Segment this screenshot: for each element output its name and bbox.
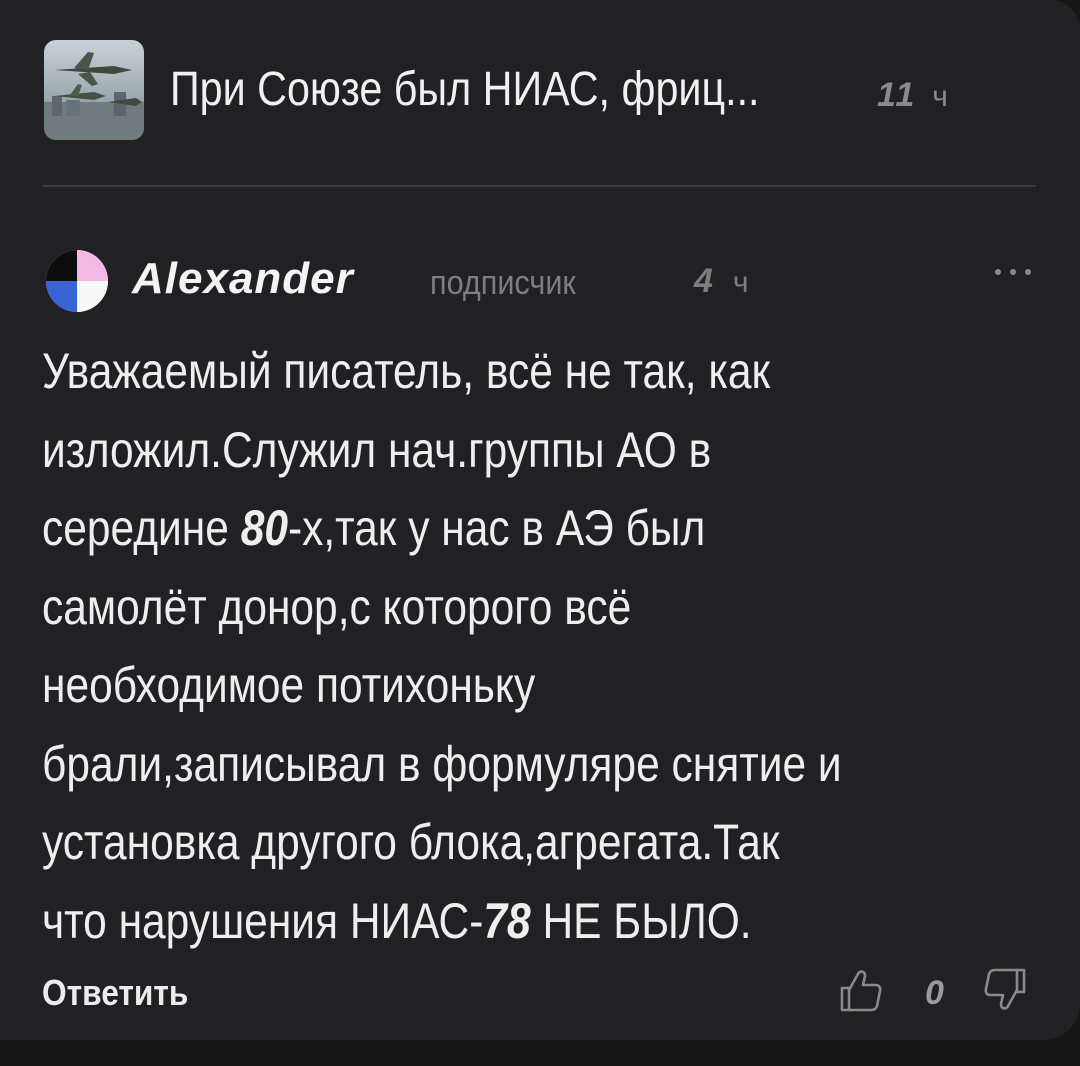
- reply-button[interactable]: Ответить: [42, 972, 188, 1014]
- comment-line: самолёт донор,с которого всё: [42, 568, 977, 647]
- comment-time-value: 4: [694, 262, 713, 300]
- comment-text-segment: изложил.Служил нач.группы АО в: [42, 421, 712, 478]
- article-thumbnail[interactable]: [44, 40, 144, 140]
- article-time: 11 ч: [877, 76, 948, 115]
- comment-number: 80: [240, 500, 288, 556]
- comment-text: Уважаемый писатель, всё не так, как изло…: [42, 332, 977, 960]
- comment-header: Alexander подписчик 4ч: [42, 244, 1038, 314]
- more-dots-icon[interactable]: [990, 262, 1036, 282]
- comment-text-segment: -х,так у нас в АЭ был: [287, 500, 706, 556]
- comment-line: брали,записывал в формуляре снятие и: [42, 725, 977, 804]
- comment-number: 78: [483, 892, 531, 949]
- divider: [42, 185, 1036, 187]
- comment-time: 4ч: [694, 262, 749, 301]
- rating-count: 0: [925, 974, 944, 1012]
- comment-time-unit: ч: [732, 266, 749, 299]
- comment-text-segment: Уважаемый писатель, всё не так, как: [42, 343, 771, 399]
- comment-line: установка другого блока,агрегата.Так: [42, 803, 977, 882]
- comment-line: что нарушения НИАС-78 НЕ БЫЛО.: [42, 882, 977, 961]
- avatar[interactable]: [44, 248, 110, 314]
- article-time-unit: ч: [932, 80, 948, 113]
- avatar-icon: [46, 250, 108, 312]
- comment-text-segment: НЕ БЫЛО.: [530, 892, 752, 949]
- comment-line: Уважаемый писатель, всё не так, как: [42, 332, 977, 411]
- thumbs-up-icon[interactable]: [838, 966, 884, 1014]
- comment-line: необходимое потихоньку: [42, 646, 977, 725]
- thumbs-down-icon[interactable]: [982, 966, 1028, 1014]
- article-time-value: 11: [877, 76, 917, 114]
- article-link[interactable]: При Союзе был НИАС, фриц... 11 ч: [42, 40, 1042, 140]
- author-name[interactable]: Alexander: [132, 254, 354, 304]
- comment-text-segment: самолёт донор,с которого всё: [42, 578, 632, 635]
- comment-card: При Союзе был НИАС, фриц... 11 ч Alexande…: [0, 0, 1080, 1040]
- comment-text-segment: середине: [42, 500, 241, 556]
- article-title[interactable]: При Союзе был НИАС, фриц...: [170, 62, 760, 117]
- comment-text-segment: установка другого блока,агрегата.Так: [42, 814, 780, 870]
- comment-text-segment: брали,записывал в формуляре снятие и: [42, 735, 842, 792]
- airplane-thumbnail-icon: [44, 40, 144, 140]
- author-role-badge: подписчик: [430, 264, 576, 302]
- comment-text-segment: что нарушения НИАС-: [42, 892, 484, 949]
- comment-line: изложил.Служил нач.группы АО в: [42, 411, 977, 490]
- comment-line: середине 80-х,так у нас в АЭ был: [42, 489, 977, 568]
- comment-text-segment: необходимое потихоньку: [42, 657, 536, 713]
